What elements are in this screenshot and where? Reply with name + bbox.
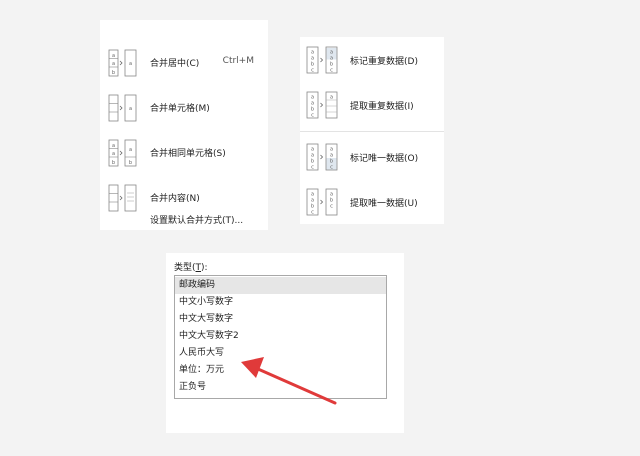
annotation-arrow xyxy=(241,357,337,405)
